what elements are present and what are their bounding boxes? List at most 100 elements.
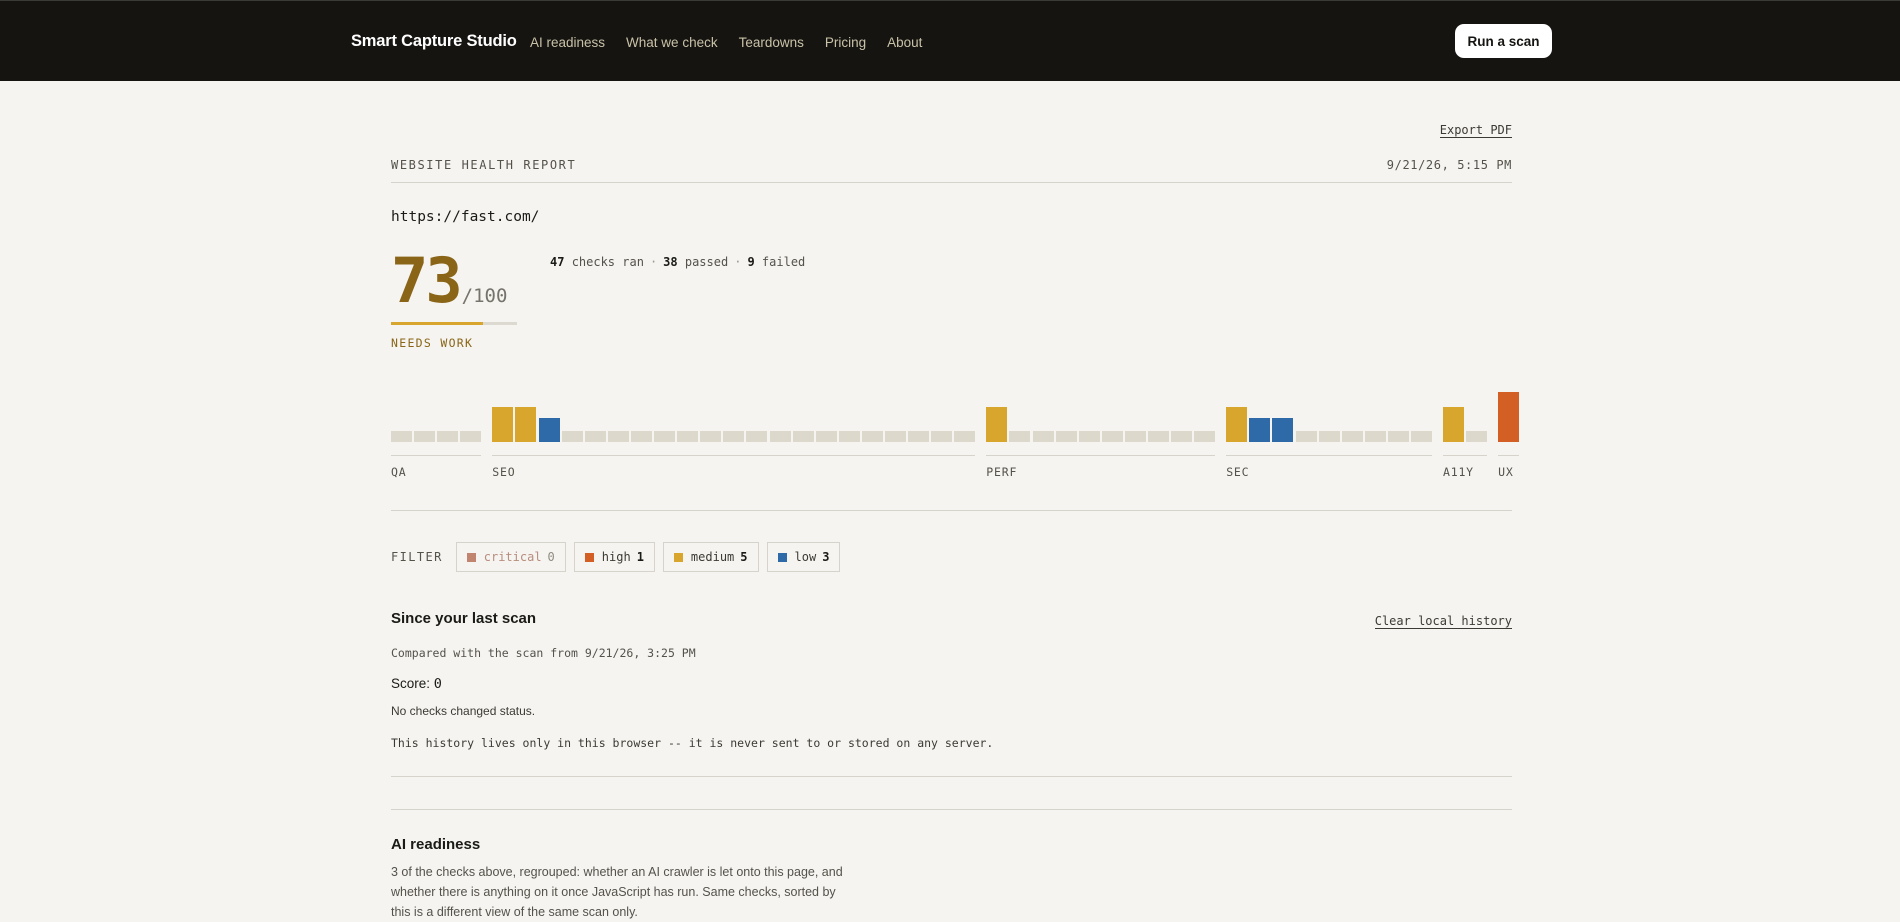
check-bar-low[interactable] [1272,418,1294,442]
check-bar-pass [1171,431,1193,442]
check-bar-high[interactable] [1498,392,1520,442]
group-label: SEC [1226,465,1250,479]
check-bar-pass [437,431,459,442]
score-change-label: Score: [391,676,431,691]
check-bar-pass [654,431,675,442]
check-bar-pass [815,431,837,442]
check-bar-pass [1194,431,1216,442]
chip-label: medium [690,550,735,564]
clear-history-link[interactable]: Clear local history [1374,614,1512,629]
group-rule [1443,455,1488,456]
chip-label: critical [483,550,542,564]
high-swatch [584,552,594,562]
check-bar-pass [769,431,791,442]
check-bar-pass [723,431,745,442]
ai-readiness-title: AI readiness [391,836,481,853]
section-divider [391,809,1512,810]
score-progress-fill [391,322,483,325]
check-bar-pass [1295,431,1317,442]
check-bar-pass [954,431,976,442]
report-date: 9/21/26, 5:15 PM [1386,158,1512,172]
chip-count: 3 [822,550,830,564]
filter-chip-low[interactable]: low 3 [766,542,841,572]
checks-failed-label: failed [761,255,806,269]
export-pdf-link[interactable]: Export PDF [1439,123,1512,138]
group-label: A11Y [1443,465,1474,479]
check-bar-pass [584,431,606,442]
ai-readiness-description: 3 of the checks above, regrouped: whethe… [391,865,843,919]
chip-count: 0 [547,550,555,564]
check-bar-pass [1055,431,1077,442]
section-divider [391,510,1512,511]
check-bar-low[interactable] [538,418,560,442]
group-label: UX [1498,465,1514,479]
group-label: SEO [492,465,516,479]
separator: · [649,255,658,269]
check-bar-pass [1078,431,1100,442]
check-map: QA SEO PERF SEC A11Y UX [391,380,1520,480]
check-bar-pass [1341,431,1363,442]
critical-swatch [466,552,476,562]
medium-swatch [673,552,683,562]
score-change-value: 0 [433,676,442,692]
check-bar-low[interactable] [1249,418,1271,442]
group-rule [492,455,976,456]
checks-ran-label: checks ran [571,255,644,269]
history-title: Since your last scan [391,610,537,627]
check-bar-pass [908,431,930,442]
check-bar-pass [391,431,412,442]
severity-filter: FILTER critical 0 high 1 medium 5 low 3 [391,542,848,572]
check-bar-pass [700,431,722,442]
score-progress-bar [391,322,517,325]
check-bar-medium[interactable] [492,407,514,442]
check-bar-medium[interactable] [1443,407,1464,442]
check-bar-pass [1032,431,1054,442]
filter-chip-high[interactable]: high 1 [573,542,655,572]
score-status: NEEDS WORK [391,336,474,350]
check-bar-pass [931,431,953,442]
chip-count: 5 [740,550,748,564]
check-bar-medium[interactable] [986,407,1008,442]
low-swatch [777,552,787,562]
section-divider [391,776,1512,777]
history-privacy-note: This history lives only in this browser … [391,736,994,750]
history-score-change: Score: 0 [391,676,442,692]
score-value: 73 [391,244,463,317]
check-bar-pass [746,431,768,442]
score-max: /100 [461,285,508,307]
check-bar-pass [885,431,906,442]
filter-chip-medium[interactable]: medium 5 [662,542,759,572]
chip-label: low [794,550,817,564]
group-rule [1226,455,1432,456]
chip-count: 1 [636,550,644,564]
filter-chip-critical[interactable]: critical 0 [455,542,566,572]
check-counts: 47 checks ran · 38 passed · 9 failed [550,255,805,269]
report: Export PDF WEBSITE HEALTH REPORT 9/21/26… [391,0,1520,919]
check-bar-pass [1387,431,1409,442]
group-label: PERF [986,465,1018,479]
report-header: WEBSITE HEALTH REPORT 9/21/26, 5:15 PM [391,158,1512,183]
group-rule [391,455,482,456]
check-bar-pass [1148,431,1169,442]
history-no-change: No checks changed status. [391,704,536,718]
check-bar-medium[interactable] [1226,407,1248,442]
filter-label: FILTER [391,550,443,564]
report-title: WEBSITE HEALTH REPORT [391,158,577,172]
check-bar-pass [1009,431,1031,442]
check-bar-pass [1364,431,1386,442]
check-bar-pass [838,431,860,442]
check-bar-pass [607,431,629,442]
history-compared: Compared with the scan from 9/21/26, 3:2… [391,646,696,660]
scanned-url: https://fast.com/ [391,209,540,225]
check-bar-pass [630,431,652,442]
checks-passed-label: passed [684,255,729,269]
check-bar-pass [1466,431,1488,442]
score-block: 73/100 NEEDS WORK [391,244,517,350]
check-bar-medium[interactable] [515,407,537,442]
group-rule [986,455,1216,456]
group-rule [1498,455,1520,456]
check-bar-pass [1411,431,1432,442]
check-bar-pass [561,431,583,442]
checks-ran-count: 47 [550,255,565,269]
check-bar-pass [677,431,699,442]
